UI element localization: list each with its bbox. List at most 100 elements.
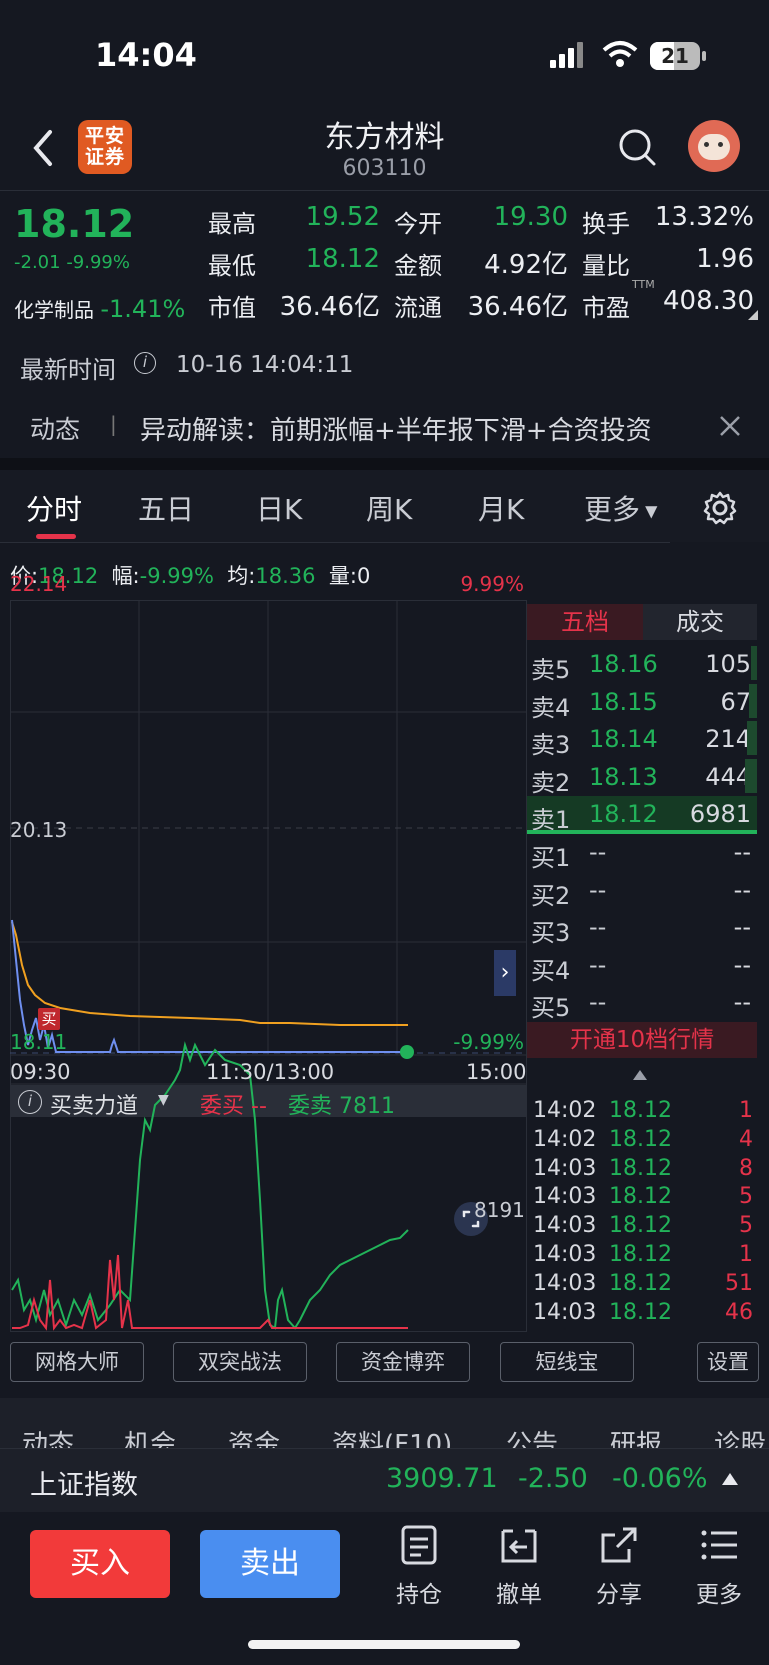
- tab-intraday[interactable]: 分时: [26, 488, 82, 528]
- scroll-up-icon[interactable]: [633, 1070, 647, 1080]
- info-subtabs: 动态 机会 资金 资料(F10) 公告 研报 诊股: [0, 1398, 769, 1448]
- index-pct: -0.06%: [612, 1463, 708, 1494]
- ask-row[interactable]: 卖1 18.12 6981: [527, 796, 757, 834]
- ask-row[interactable]: 卖3 18.14 214: [527, 721, 757, 759]
- tab-daily-k[interactable]: 日K: [256, 488, 302, 528]
- level-label: 买2: [531, 881, 571, 910]
- search-icon[interactable]: [618, 128, 658, 168]
- level-label: 买3: [531, 919, 571, 948]
- avg-label: 均:: [227, 564, 256, 588]
- more-button[interactable]: 更多: [689, 1525, 749, 1609]
- weimai-sell: 委卖 7811: [288, 1088, 395, 1120]
- hold-label: 持仓: [396, 1582, 442, 1608]
- bid-row[interactable]: 买1 -- --: [527, 834, 757, 872]
- trade-price: 18.12: [609, 1098, 672, 1123]
- trade-time: 14:03: [533, 1270, 597, 1296]
- upgrade-level10-button[interactable]: 开通10档行情: [527, 1022, 757, 1058]
- level-label: 买4: [531, 956, 571, 985]
- signal-icon: [550, 42, 583, 68]
- subtab-diagnose[interactable]: 诊股: [714, 1424, 766, 1448]
- price-line: [11, 919, 408, 1053]
- status-time: 14:04: [95, 36, 197, 74]
- buy-marker[interactable]: 买: [38, 1008, 60, 1030]
- avg-value: 18.36: [255, 564, 316, 588]
- level-price: --: [589, 950, 607, 979]
- ask-row[interactable]: 卖5 18.16 105: [527, 646, 757, 684]
- bid-row[interactable]: 买3 -- --: [527, 909, 757, 948]
- tab-trades[interactable]: 成交: [643, 604, 757, 640]
- info-icon[interactable]: i: [134, 352, 156, 374]
- force-dropdown-icon[interactable]: ▼: [158, 1092, 169, 1108]
- avatar[interactable]: [688, 120, 740, 172]
- sector-info[interactable]: 化学制品 -1.41%: [14, 294, 185, 323]
- subtab-notice[interactable]: 公告: [506, 1424, 558, 1448]
- level-price: 18.13: [589, 762, 658, 791]
- weimai-sell-label: 委卖: [288, 1094, 333, 1119]
- volume-bar: [749, 683, 757, 718]
- subtab-f10[interactable]: 资料(F10): [332, 1424, 452, 1448]
- value-pe: 408.30: [663, 286, 754, 316]
- avg-price-line: [11, 921, 408, 1026]
- trade-price: 18.12: [609, 1126, 672, 1152]
- volume-bar: [747, 721, 757, 756]
- sector-name: 化学制品: [14, 298, 94, 322]
- menu-icon: [701, 1530, 737, 1560]
- tool-short-line[interactable]: 短线宝: [500, 1342, 634, 1382]
- ask-row[interactable]: 卖4 18.15 67: [527, 683, 757, 722]
- level-volume: 67: [720, 687, 751, 716]
- index-bar[interactable]: 上证指数 3909.71 -2.50 -0.06%: [0, 1448, 769, 1512]
- close-icon[interactable]: [718, 414, 742, 438]
- trade-price: 18.12: [609, 1299, 672, 1325]
- share-button[interactable]: 分享: [589, 1525, 649, 1609]
- tool-grid-master[interactable]: 网格大师: [10, 1342, 144, 1382]
- force-info-icon[interactable]: i: [18, 1090, 42, 1114]
- weimai-sell-value: 7811: [339, 1094, 396, 1119]
- chart-tabs: 分时 五日 日K 周K 月K 更多 ▼: [0, 470, 769, 542]
- tab-5day[interactable]: 五日: [138, 488, 194, 528]
- level-label: 卖2: [531, 768, 571, 797]
- change-pct: -9.99%: [66, 252, 130, 273]
- bid-row[interactable]: 买2 -- --: [527, 872, 757, 910]
- battery-level: 21: [661, 44, 689, 68]
- intraday-chart[interactable]: [10, 600, 527, 1332]
- amp-value: -9.99%: [139, 564, 214, 588]
- value-low: 18.12: [305, 244, 380, 274]
- buy-button[interactable]: 买入: [30, 1530, 170, 1598]
- tool-settings[interactable]: 设置: [697, 1342, 759, 1382]
- subtab-news[interactable]: 动态: [22, 1424, 74, 1448]
- tab-indicator: [36, 534, 76, 539]
- trade-price: 18.12: [609, 1270, 672, 1296]
- force-title[interactable]: 买卖力道: [50, 1088, 138, 1120]
- tab-weekly-k[interactable]: 周K: [366, 488, 412, 528]
- gear-icon[interactable]: [702, 490, 738, 526]
- tab-monthly-k[interactable]: 月K: [478, 488, 524, 528]
- level-price: 18.15: [589, 687, 658, 716]
- cancel-order-button[interactable]: 撤单: [489, 1525, 549, 1609]
- index-name: 上证指数: [30, 1470, 138, 1501]
- chevron-right-icon[interactable]: ›: [494, 950, 516, 996]
- bid-row[interactable]: 买5 -- --: [527, 984, 757, 1022]
- news-ticker[interactable]: 动态 | 异动解读：前期涨幅+半年报下滑+合资投资: [0, 392, 769, 456]
- tool-fund-game[interactable]: 资金博弈: [336, 1342, 470, 1382]
- subtab-chance[interactable]: 机会: [124, 1424, 176, 1448]
- subtab-fund[interactable]: 资金: [228, 1424, 280, 1448]
- hold-button[interactable]: 持仓: [389, 1525, 449, 1609]
- value-float: 36.46亿: [467, 292, 568, 322]
- current-price: 18.12: [14, 202, 135, 246]
- tool-double-break[interactable]: 双突战法: [173, 1342, 307, 1382]
- section-gap: [0, 458, 769, 470]
- index-value: 3909.71: [386, 1463, 498, 1494]
- force-axis-value: 8191: [474, 1198, 525, 1222]
- subtab-research[interactable]: 研报: [610, 1424, 662, 1448]
- x-axis-mid: 11:30/13:00: [206, 1060, 335, 1084]
- x-axis-start: 09:30: [10, 1060, 71, 1084]
- tab-more[interactable]: 更多 ▼: [584, 488, 657, 528]
- sell-button[interactable]: 卖出: [200, 1530, 340, 1598]
- level-label: 卖4: [531, 693, 571, 722]
- expand-up-icon[interactable]: [722, 1473, 738, 1485]
- level-volume: 214: [705, 725, 751, 754]
- tab-more-label: 更多: [584, 493, 641, 526]
- ask-row[interactable]: 卖2 18.13 444: [527, 758, 757, 797]
- tab-five-level[interactable]: 五档: [527, 604, 643, 640]
- bid-row[interactable]: 买4 -- --: [527, 947, 757, 985]
